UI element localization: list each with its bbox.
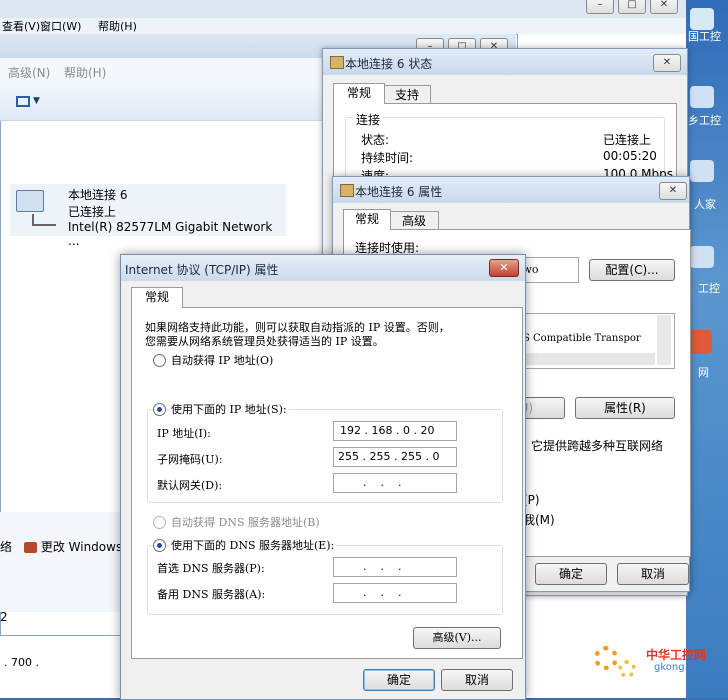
chevron-down-icon[interactable]: ▼ xyxy=(33,96,40,106)
close-button[interactable]: ✕ xyxy=(650,0,678,14)
maximize-button[interactable]: □ xyxy=(618,0,646,14)
gateway-label: 默认网关(D): xyxy=(157,479,223,492)
status-close-button[interactable]: ✕ xyxy=(653,54,681,72)
manual-dns-radio[interactable] xyxy=(153,539,166,552)
tcpip-title: Internet 协议 (TCP/IP) 属性 xyxy=(125,263,279,277)
windows-settings-icon xyxy=(24,542,37,553)
desktop-icon-label-2: 乡工控 xyxy=(688,114,721,127)
preferred-dns-label: 首选 DNS 服务器(P): xyxy=(157,562,265,575)
menu-help-2[interactable]: 帮助(H) xyxy=(64,64,106,81)
watermark-gear-icon-2 xyxy=(618,660,636,678)
preferred-dns-input[interactable]: . . . xyxy=(333,557,457,577)
desktop-icon-3[interactable] xyxy=(690,160,714,182)
tab-support[interactable]: 支持 xyxy=(383,85,431,104)
desktop-icon-4[interactable] xyxy=(690,246,714,268)
manual-ip-radio[interactable] xyxy=(153,403,166,416)
properties-close-button[interactable]: ✕ xyxy=(659,182,687,200)
properties-ok-button[interactable]: 确定 xyxy=(535,563,607,585)
advanced-button[interactable]: 高级(V)... xyxy=(413,627,501,649)
alternate-dns-label: 备用 DNS 服务器(A): xyxy=(157,588,266,601)
network-adapter-icon xyxy=(16,190,44,212)
desktop-icon-1[interactable] xyxy=(690,8,714,30)
auto-dns-label[interactable]: 自动获得 DNS 服务器地址(B) xyxy=(171,514,320,530)
network-icon-2 xyxy=(340,184,354,197)
manual-ip-label[interactable]: 使用下面的 IP 地址(S): xyxy=(169,401,289,417)
connection-name: 本地连接 6 xyxy=(68,188,128,202)
tab-general[interactable]: 常规 xyxy=(333,83,385,104)
tcpip-ok-button[interactable]: 确定 xyxy=(363,669,435,691)
explorer-toolbar: ▼ xyxy=(0,84,322,121)
change-windows-link[interactable]: 更改 Windows xyxy=(24,538,122,555)
bottom-status-text: . 700 . xyxy=(4,656,39,669)
auto-ip-label[interactable]: 自动获得 IP 地址(O) xyxy=(171,352,273,368)
duration-row-label: 持续时间: xyxy=(361,151,414,165)
connection-adapter: Intel(R) 82577LM Gigabit Network ... xyxy=(68,220,273,248)
description-text: 它提供跨越多种互联网络 xyxy=(531,439,664,453)
menu-advanced[interactable]: 高级(N) xyxy=(8,64,50,81)
change-windows-label: 更改 Windows xyxy=(40,540,123,554)
desktop-icon-label-5: 网 xyxy=(698,366,709,379)
explorer-taskpane xyxy=(0,512,122,612)
tcpip-close-button[interactable]: ✕ xyxy=(489,259,519,277)
status-row-value: 已连接上 xyxy=(603,133,652,147)
status-dialog-title: 本地连接 6 状态 xyxy=(345,57,433,71)
auto-ip-radio[interactable] xyxy=(153,354,166,367)
configure-button[interactable]: 配置(C)... xyxy=(589,259,675,281)
gateway-input[interactable]: . . . xyxy=(333,473,457,493)
manual-dns-label[interactable]: 使用下面的 DNS 服务器地址(E): xyxy=(169,537,337,553)
component-item[interactable]: S Compatible Transpor xyxy=(523,333,641,344)
explorer-top-titlebar xyxy=(0,0,686,18)
properties-title: 本地连接 6 属性 xyxy=(355,185,443,199)
subnet-mask-input[interactable]: 255 . 255 . 255 . 0 xyxy=(333,447,457,467)
taskpane-text: 络 xyxy=(0,540,13,554)
menu-view[interactable]: 查看(V) xyxy=(2,18,40,34)
tcpip-cancel-button[interactable]: 取消 xyxy=(441,669,513,691)
dns-group xyxy=(147,545,503,615)
intro-text-line-2: 您需要从网络系统管理员处获得适当的 IP 设置。 xyxy=(145,335,384,348)
duration-row-value: 00:05:20 xyxy=(603,149,657,163)
list-hscrollbar[interactable] xyxy=(505,353,655,365)
desktop-icon-2[interactable] xyxy=(690,86,714,108)
alternate-dns-input[interactable]: . . . xyxy=(333,583,457,603)
menu-window[interactable]: 窗口(W) xyxy=(40,18,81,34)
desktop-icon-label-1: 国工控 xyxy=(688,30,721,43)
properties-cancel-button[interactable]: 取消 xyxy=(617,563,689,585)
explorer-menu-top: 查看(V) 窗口(W) 帮助(H) xyxy=(0,18,686,34)
status-bar-text: 2 xyxy=(0,610,8,624)
desktop-icon-label-3: 人家 xyxy=(694,198,716,211)
connection-status: 已连接上 xyxy=(68,205,117,219)
connection-group-label: 连接 xyxy=(353,111,384,128)
explorer-menu: 高级(N) 帮助(H) xyxy=(0,58,322,84)
desktop-icon-label-4: 工控 xyxy=(698,282,720,295)
tcpip-dialog: Internet 协议 (TCP/IP) 属性 ✕ 常规 如果网络支持此功能，则… xyxy=(120,254,526,700)
watermark-url: gkong.com xyxy=(654,662,710,673)
ip-address-input[interactable]: 192 . 168 . 0 . 20 xyxy=(333,421,457,441)
watermark-gear-icon xyxy=(594,646,618,670)
network-connection-item[interactable]: 本地连接 6 已连接上 Intel(R) 82577LM Gigabit Net… xyxy=(10,184,286,248)
ip-address-label: IP 地址(I): xyxy=(157,427,211,440)
status-row-label: 状态: xyxy=(361,133,390,147)
list-scrollbar[interactable] xyxy=(657,315,671,365)
properties-button[interactable]: 属性(R) xyxy=(575,397,675,419)
desktop-icon-5[interactable] xyxy=(690,330,712,354)
menu-help[interactable]: 帮助(H) xyxy=(98,18,137,34)
option-text-2: 我(M) xyxy=(523,513,555,527)
auto-dns-radio[interactable] xyxy=(153,516,166,529)
watermark-text: 中华工控网 xyxy=(646,648,707,662)
minimize-button[interactable]: – xyxy=(586,0,614,14)
tab-general-tcpip[interactable]: 常规 xyxy=(131,287,183,308)
network-icon xyxy=(330,56,344,69)
view-icon[interactable] xyxy=(16,96,30,107)
network-cable-icon xyxy=(32,214,56,226)
tab-general-2[interactable]: 常规 xyxy=(343,209,391,230)
subnet-mask-label: 子网掩码(U): xyxy=(157,453,223,466)
tab-advanced[interactable]: 高级 xyxy=(389,211,439,230)
